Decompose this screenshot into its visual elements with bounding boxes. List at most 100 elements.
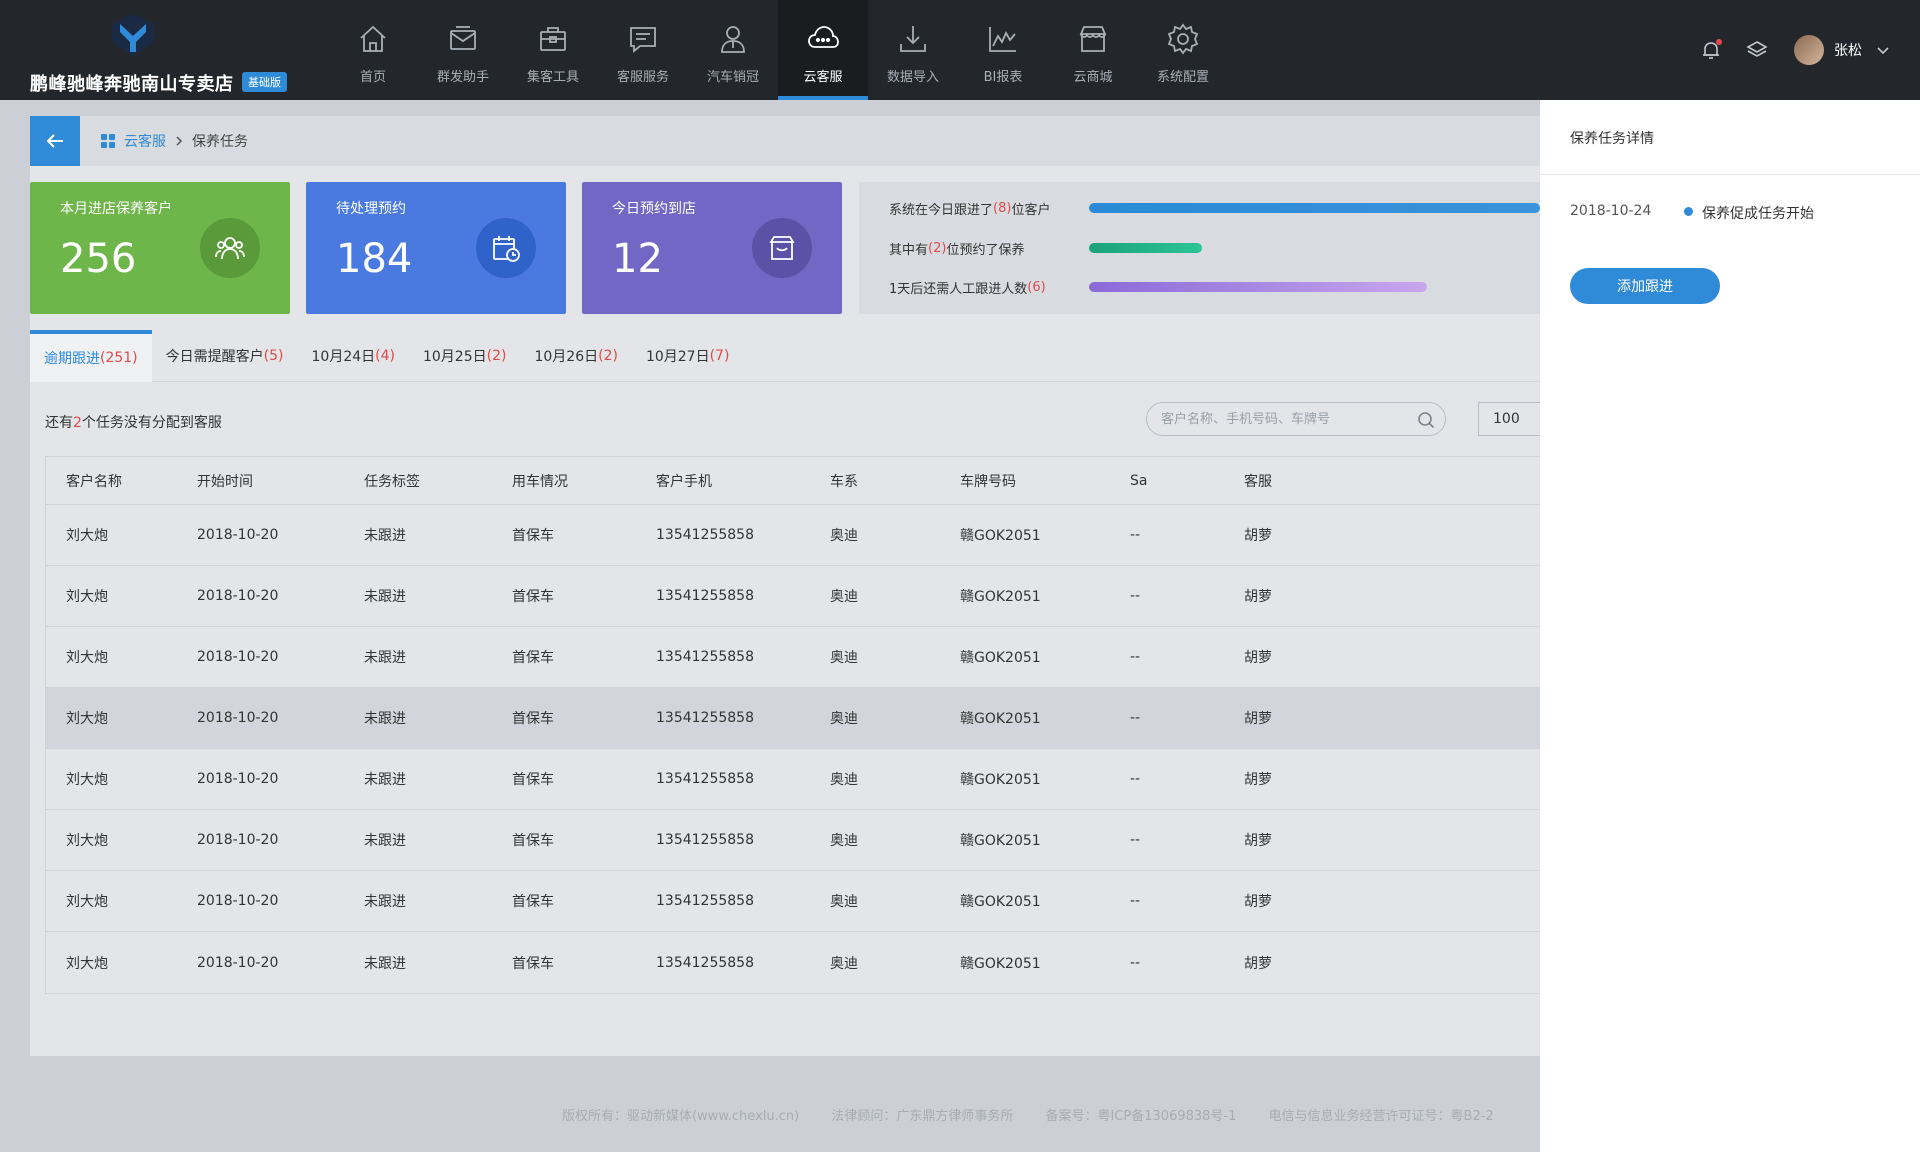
cell-customer-name: 刘大炮: [66, 650, 108, 666]
cell-car-series: 奥迪: [830, 650, 858, 666]
breadcrumb-link-cloud-service[interactable]: 云客服: [124, 131, 166, 151]
stat-card-today-arrivals[interactable]: 今日预约到店 12: [582, 182, 842, 314]
cell-usage: 首保车: [512, 772, 554, 788]
cell-agent: 胡萝: [1244, 711, 1272, 727]
cell-car-series: 奥迪: [830, 894, 858, 910]
timeline-event: 保养促成任务开始: [1702, 206, 1814, 222]
person-icon: [721, 26, 745, 53]
nav-lead-tools[interactable]: 集客工具: [508, 0, 598, 100]
search-icon[interactable]: [1417, 411, 1435, 429]
arrow-left-icon: [46, 134, 63, 148]
cell-task-tag: 未跟进: [364, 772, 406, 788]
cell-agent: 胡萝: [1244, 833, 1272, 849]
cell-agent: 胡萝: [1244, 589, 1272, 605]
header-phone[interactable]: 客户手机: [656, 457, 712, 504]
cell-sa: --: [1130, 527, 1141, 543]
cell-plate: 赣GOK2051: [960, 833, 1041, 849]
header-task-tag[interactable]: 任务标签: [364, 457, 420, 504]
footer-legal: 法律顾问：广东鼎方律师事务所: [831, 1109, 1014, 1124]
tab-oct-27[interactable]: 10月27日 (7): [632, 330, 743, 382]
nav-cloud-service[interactable]: 云客服: [778, 0, 868, 100]
timeline-date: 2018-10-24: [1570, 203, 1652, 219]
summary-booked: 其中有 (2) 位预约了保养: [889, 240, 1025, 258]
nav-mass-send[interactable]: 群发助手: [418, 0, 508, 100]
nav-cloud-mall[interactable]: 云商城: [1048, 0, 1138, 100]
user-toolbar: 张松: [1700, 35, 1890, 65]
layers-icon[interactable]: [1746, 39, 1768, 61]
cell-usage: 首保车: [512, 711, 554, 727]
chevron-down-icon[interactable]: [1876, 43, 1890, 57]
nav-label: 汽车销冠: [706, 70, 759, 85]
nav-home[interactable]: 首页: [328, 0, 418, 100]
header-sa[interactable]: Sa: [1130, 457, 1147, 504]
table-row[interactable]: 刘大炮 2018-10-20 未跟进 首保车 13541255858 奥迪 赣GOK2051…: [46, 871, 1540, 932]
header-plate[interactable]: 车牌号码: [960, 457, 1016, 504]
main-area: 云客服 保养任务 本月进店保养客户 256 待处理预约 184 今日预约到店 1…: [0, 100, 1540, 1152]
avatar[interactable]: [1794, 35, 1824, 65]
footer-license: 电信与信息业务经营许可证号：粤B2-2: [1268, 1109, 1494, 1124]
header-agent[interactable]: 客服: [1244, 457, 1272, 504]
chevron-right-icon: [176, 136, 183, 146]
cell-plate: 赣GOK2051: [960, 894, 1041, 910]
stat-card-pending-appointments[interactable]: 待处理预约 184: [306, 182, 566, 314]
table-row[interactable]: 刘大炮 2018-10-20 未跟进 首保车 13541255858 奥迪 赣GOK2051…: [46, 566, 1540, 627]
tab-today-reminders[interactable]: 今日需提醒客户 (5): [152, 330, 298, 382]
username[interactable]: 张松: [1834, 40, 1862, 60]
cell-sa: --: [1130, 954, 1141, 971]
cell-start-time: 2018-10-20: [197, 527, 279, 543]
download-icon: [900, 26, 926, 52]
nav-system-config[interactable]: 系统配置: [1138, 0, 1228, 100]
tab-oct-26[interactable]: 10月26日 (2): [520, 330, 631, 382]
cell-agent: 胡萝: [1244, 650, 1272, 666]
tab-overdue[interactable]: 逾期跟进 (251): [30, 330, 152, 382]
cell-phone: 13541255858: [656, 649, 754, 665]
table-row[interactable]: 刘大炮 2018-10-20 未跟进 首保车 13541255858 奥迪 赣GOK2051…: [46, 688, 1540, 749]
mail-icon: [450, 26, 476, 50]
stat-value: 184: [336, 236, 413, 282]
cell-customer-name: 刘大炮: [66, 528, 108, 544]
page-size-select[interactable]: 100: [1478, 402, 1540, 436]
cell-sa: --: [1130, 771, 1141, 787]
table-row[interactable]: 刘大炮 2018-10-20 未跟进 首保车 13541255858 奥迪 赣GOK2051…: [46, 627, 1540, 688]
nav-bi-report[interactable]: BI报表: [958, 0, 1048, 100]
table-row[interactable]: 刘大炮 2018-10-20 未跟进 首保车 13541255858 奥迪 赣GOK2051…: [46, 505, 1540, 566]
chart-icon: [989, 27, 1016, 52]
header-car-series[interactable]: 车系: [830, 457, 858, 504]
search-input[interactable]: [1161, 411, 1401, 427]
nav-customer-service[interactable]: 客服服务: [598, 0, 688, 100]
cell-customer-name: 刘大炮: [66, 833, 108, 849]
notification-button[interactable]: [1700, 39, 1722, 61]
cell-usage: 首保车: [512, 955, 554, 972]
nav-data-import[interactable]: 数据导入: [868, 0, 958, 100]
calendar-clock-icon: [493, 236, 520, 262]
table-header: 客户名称 开始时间 任务标签 用车情况 客户手机 车系 车牌号码 Sa 客服: [46, 457, 1540, 505]
brand[interactable]: 鹏峰驰峰奔驰南山专卖店 基础版: [30, 10, 300, 95]
nav-label: 首页: [359, 70, 386, 85]
grid-icon: [101, 134, 115, 148]
cell-usage: 首保车: [512, 894, 554, 910]
nav-label: BI报表: [983, 70, 1023, 85]
users-icon: [215, 237, 245, 260]
table-row[interactable]: 刘大炮 2018-10-20 未跟进 首保车 13541255858 奥迪 赣GOK2051…: [46, 932, 1540, 993]
header-usage[interactable]: 用车情况: [512, 457, 568, 504]
table-row[interactable]: 刘大炮 2018-10-20 未跟进 首保车 13541255858 奥迪 赣GOK2051…: [46, 749, 1540, 810]
cell-task-tag: 未跟进: [364, 650, 406, 666]
cell-start-time: 2018-10-20: [197, 954, 279, 971]
cell-phone: 13541255858: [656, 832, 754, 848]
follow-up-summary: 系统在今日跟进了 (8) 位客户 其中有 (2) 位预约了保养 1天后还需人工跟进人数(…: [859, 182, 1540, 314]
stat-card-monthly-customers[interactable]: 本月进店保养客户 256: [30, 182, 290, 314]
tab-oct-24[interactable]: 10月24日 (4): [298, 330, 409, 382]
add-follow-up-button[interactable]: 添加跟进: [1570, 268, 1720, 304]
table-row[interactable]: 刘大炮 2018-10-20 未跟进 首保车 13541255858 奥迪 赣GOK2051…: [46, 810, 1540, 871]
header-start-time[interactable]: 开始时间: [197, 457, 253, 504]
back-button[interactable]: [30, 116, 80, 166]
tab-oct-25[interactable]: 10月25日 (2): [409, 330, 520, 382]
header-customer-name[interactable]: 客户名称: [66, 457, 122, 504]
footer-icp: 备案号：粤ICP备13069838号-1: [1045, 1109, 1237, 1124]
breadcrumb-current: 保养任务: [192, 134, 248, 150]
cell-phone: 13541255858: [656, 588, 754, 604]
gear-icon: [1167, 23, 1199, 55]
content-card: 云客服 保养任务 本月进店保养客户 256 待处理预约 184 今日预约到店 1…: [30, 116, 1540, 1056]
nav-label: 云客服: [803, 70, 843, 85]
nav-auto-sales[interactable]: 汽车销冠: [688, 0, 778, 100]
